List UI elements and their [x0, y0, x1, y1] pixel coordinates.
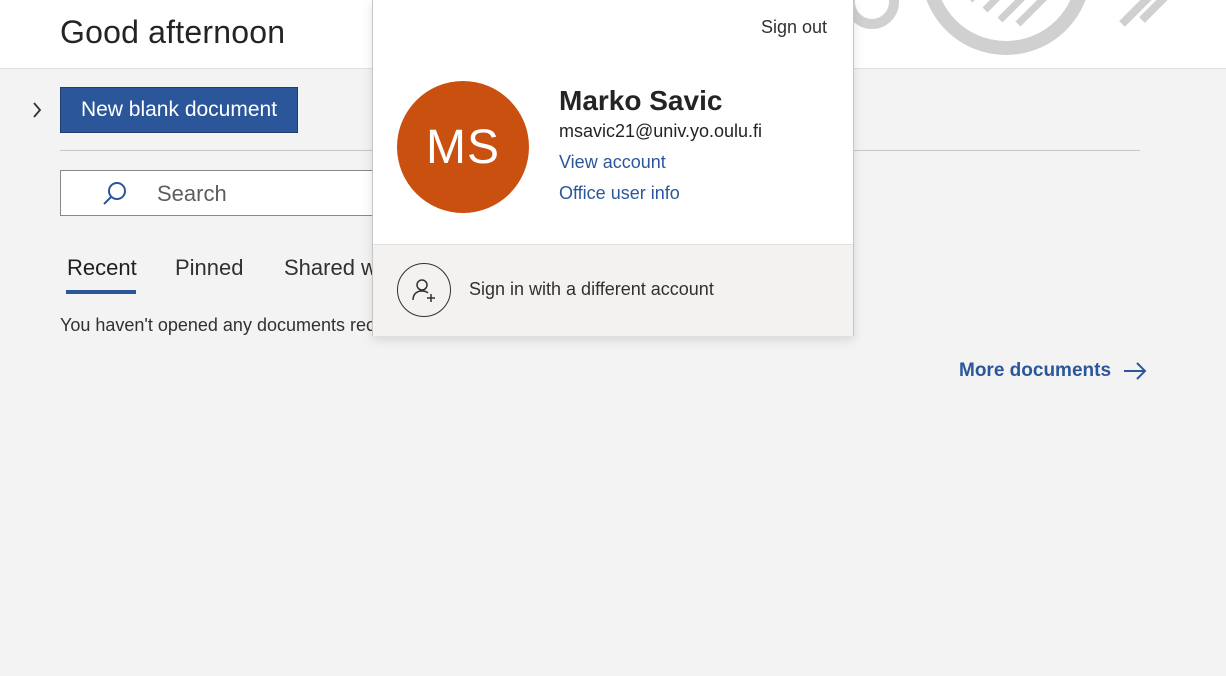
sign-out-link[interactable]: Sign out — [761, 17, 827, 38]
active-tab-indicator — [66, 290, 136, 294]
search-box[interactable] — [60, 170, 390, 216]
add-person-icon — [397, 263, 451, 317]
arrow-right-icon — [1124, 362, 1147, 380]
avatar: MS — [397, 81, 529, 213]
new-blank-document-button[interactable]: New blank document — [60, 87, 298, 133]
header-decoration-graphic — [845, 0, 1168, 55]
account-popup: Sign out MS Marko Savic msavic21@univ.yo… — [372, 0, 854, 336]
greeting-title: Good afternoon — [60, 14, 286, 50]
search-icon — [101, 181, 129, 212]
tab-pinned[interactable]: Pinned — [175, 255, 244, 281]
tab-shared-with-me[interactable]: Shared w — [284, 255, 377, 281]
more-documents-link[interactable]: More documents — [959, 360, 1147, 382]
tab-recent[interactable]: Recent — [67, 255, 137, 281]
view-account-link[interactable]: View account — [559, 152, 666, 173]
more-documents-label: More documents — [959, 360, 1112, 381]
expand-chevron-icon[interactable] — [26, 99, 48, 121]
office-user-info-link[interactable]: Office user info — [559, 183, 680, 204]
account-user-name: Marko Savic — [559, 85, 723, 116]
account-user-email: msavic21@univ.yo.oulu.fi — [559, 121, 763, 141]
sign-in-different-account-label: Sign in with a different account — [469, 279, 714, 299]
sign-in-different-account-button[interactable]: Sign in with a different account — [373, 244, 853, 336]
search-input[interactable] — [155, 179, 379, 209]
no-recent-documents-message: You haven't opened any documents rec — [60, 315, 375, 335]
